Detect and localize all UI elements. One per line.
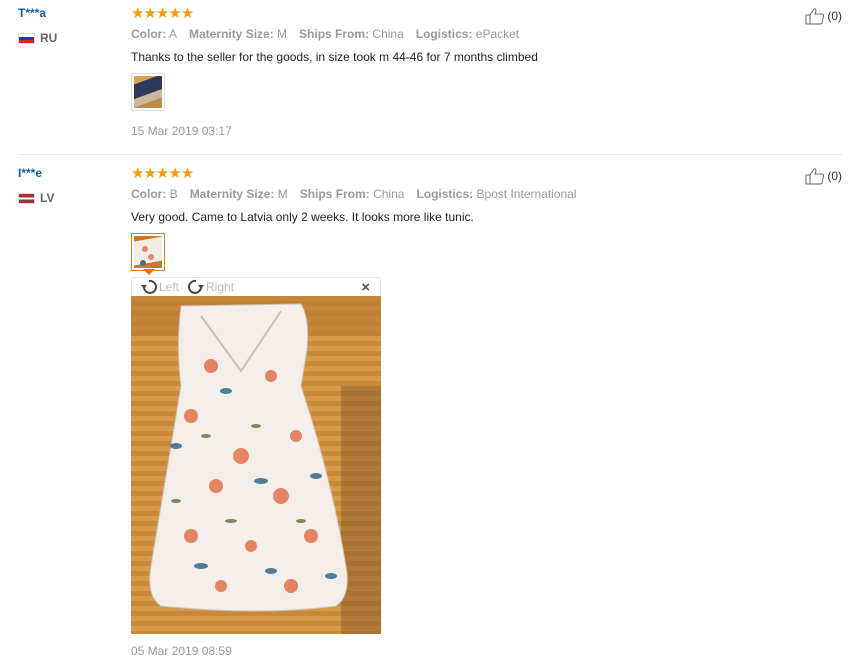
helpful-button[interactable]: (0) — [805, 7, 842, 25]
attr-size: Maternity Size: M — [189, 187, 288, 201]
rotate-left-label: Left — [159, 280, 180, 294]
rotate-left-button[interactable]: Left — [140, 279, 179, 295]
reviewer-name[interactable]: T***a — [18, 6, 46, 20]
star-rating: ★ ★ ★ ★ ★ — [131, 5, 194, 22]
reviewer-name[interactable]: I***e — [18, 166, 42, 180]
enlarged-review-photo — [131, 296, 381, 634]
star-icon: ★ — [143, 5, 156, 22]
rotate-right-button[interactable]: Right — [187, 279, 234, 295]
rotate-right-label: Right — [206, 280, 235, 294]
flag-lv-icon — [18, 192, 35, 204]
star-icon: ★ — [131, 5, 144, 22]
attr-ships-from: Ships From: China — [299, 187, 405, 201]
thumbs-up-icon — [805, 8, 825, 25]
attr-logistics: Logistics: ePacket — [415, 27, 520, 41]
attr-size: Maternity Size: M — [189, 27, 288, 41]
review-date: 15 Mar 2019 03:17 — [131, 124, 232, 138]
attr-ships-from: Ships From: China — [299, 27, 404, 41]
attr-color: Color: A — [131, 27, 178, 41]
order-attributes: Color: A Maternity Size: M Ships From: C… — [131, 27, 519, 41]
reviewer-country: LV — [18, 191, 54, 205]
rotate-right-icon — [188, 279, 205, 294]
attr-color: Color: B — [131, 187, 178, 201]
review-photo — [134, 76, 162, 108]
review-item: I***e LV ★ ★ ★ ★ ★ Color: B Maternity Si… — [18, 160, 842, 666]
review-text: Thanks to the seller for the goods, in s… — [131, 50, 538, 64]
helpful-count: (0) — [827, 9, 842, 23]
rotate-left-icon — [141, 279, 157, 294]
country-code: RU — [40, 31, 58, 45]
thumbs-up-icon — [805, 168, 825, 185]
review-text: Very good. Came to Latvia only 2 weeks. … — [131, 210, 474, 224]
country-code: LV — [40, 191, 55, 205]
star-icon: ★ — [168, 5, 181, 22]
star-icon: ★ — [168, 165, 181, 182]
star-icon: ★ — [180, 165, 194, 182]
review-photo-thumbnail[interactable] — [131, 73, 165, 111]
order-attributes: Color: B Maternity Size: M Ships From: C… — [131, 187, 577, 201]
star-icon: ★ — [131, 165, 144, 182]
star-icon: ★ — [180, 5, 194, 22]
review-photo-thumbnail-active[interactable] — [131, 233, 165, 271]
review-photo — [134, 236, 162, 268]
reviewer-country: RU — [18, 31, 57, 45]
review-item: T***a RU ★ ★ ★ ★ ★ Color: A Maternity Si… — [18, 0, 842, 155]
close-viewer-button[interactable]: × — [361, 279, 370, 296]
active-thumbnail-pointer — [143, 269, 155, 275]
flag-ru-icon — [18, 32, 35, 44]
star-rating: ★ ★ ★ ★ ★ — [131, 165, 194, 182]
star-icon: ★ — [155, 165, 169, 182]
review-date: 05 Mar 2019 08:59 — [131, 644, 232, 658]
helpful-count: (0) — [827, 169, 842, 183]
star-icon: ★ — [155, 5, 169, 22]
helpful-button[interactable]: (0) — [805, 167, 842, 185]
attr-logistics: Logistics: Bpost International — [416, 187, 577, 201]
photo-viewer-toolbar: Left Right × — [131, 277, 381, 296]
star-icon: ★ — [143, 165, 156, 182]
dress-photo — [131, 296, 381, 634]
